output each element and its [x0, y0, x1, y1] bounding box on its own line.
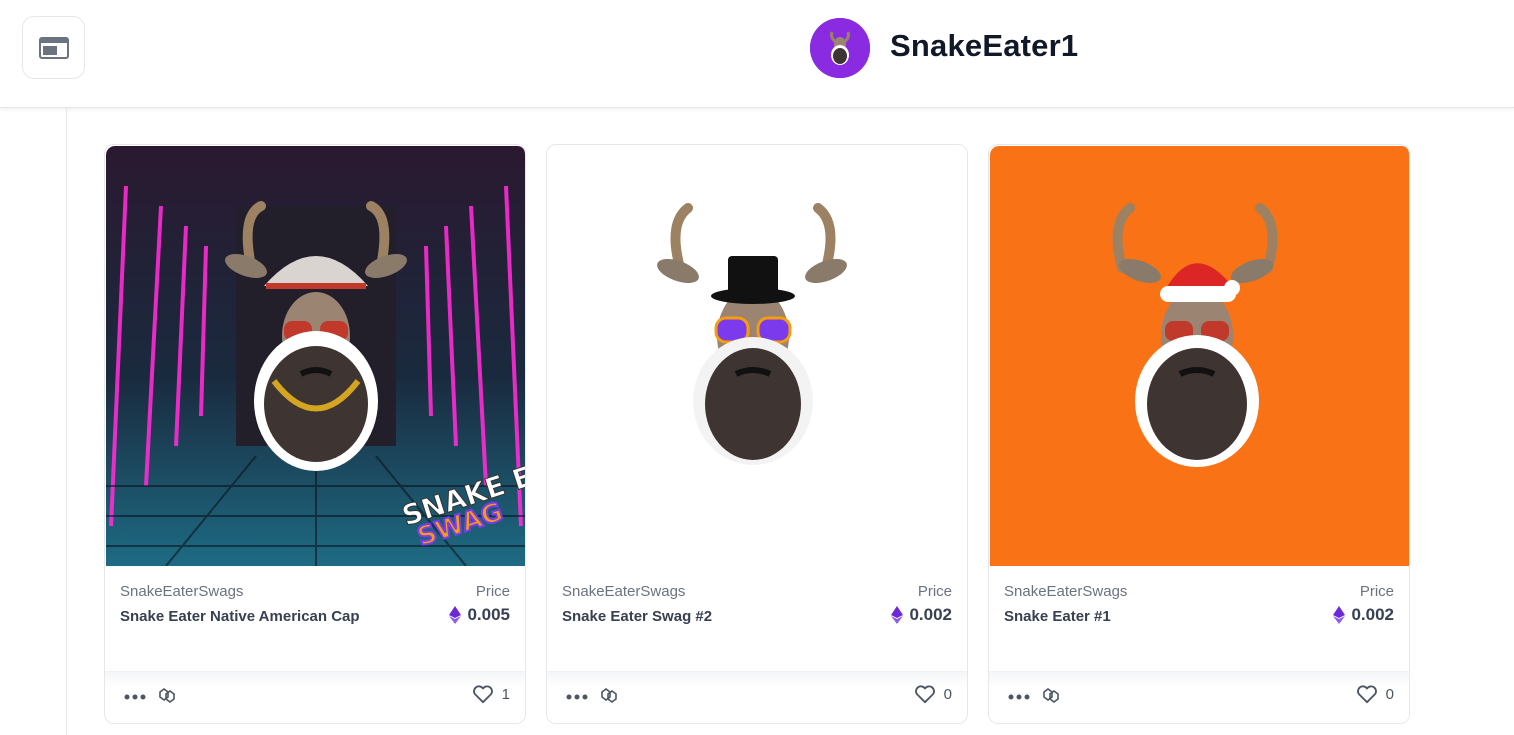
nft-image[interactable]: SNAKE EATER SWAG: [106, 146, 525, 566]
price-label: Price: [1359, 583, 1394, 600]
nft-info: SnakeEaterSwags Snake Eater Native Ameri…: [105, 567, 525, 671]
like-button[interactable]: 1: [472, 684, 510, 704]
price: 0.002: [891, 605, 952, 625]
layout-panel-icon: [38, 36, 69, 59]
sidebar-toggle-button[interactable]: [22, 16, 85, 79]
nft-title[interactable]: Snake Eater #1: [1004, 605, 1244, 628]
avatar[interactable]: [810, 18, 870, 78]
profile-username: SnakeEater1: [890, 28, 1079, 63]
nft-image[interactable]: [548, 146, 967, 566]
price-value: 0.002: [909, 605, 952, 624]
more-options-icon[interactable]: [123, 690, 147, 704]
card-footer: 1: [105, 671, 525, 723]
price-value: 0.002: [1351, 605, 1394, 624]
polygon-chain-icon[interactable]: [157, 685, 177, 705]
more-options-icon[interactable]: [565, 690, 589, 704]
nft-card[interactable]: SnakeEaterSwags Snake Eater #1 Price 0.0…: [988, 144, 1410, 724]
price-label: Price: [917, 583, 952, 600]
price: 0.002: [1333, 605, 1394, 625]
polygon-chain-icon[interactable]: [599, 685, 619, 705]
top-header: SnakeEater1: [0, 0, 1514, 108]
heart-icon: [914, 685, 935, 704]
nft-title[interactable]: Snake Eater Swag #2: [562, 605, 802, 628]
price-label: Price: [475, 583, 510, 600]
heart-icon: [472, 685, 493, 704]
sidebar-divider: [66, 108, 67, 735]
ethereum-icon: [1333, 606, 1346, 624]
more-options-icon[interactable]: [1007, 690, 1031, 704]
card-footer: 0: [989, 671, 1409, 723]
like-count: 0: [943, 685, 952, 703]
like-count: 0: [1385, 685, 1394, 703]
nft-title[interactable]: Snake Eater Native American Cap: [120, 605, 360, 628]
heart-icon: [1356, 685, 1377, 704]
price: 0.005: [449, 605, 510, 625]
nft-image[interactable]: [990, 146, 1409, 566]
collection-name[interactable]: SnakeEaterSwags: [562, 583, 685, 600]
nft-info: SnakeEaterSwags Snake Eater Swag #2 Pric…: [547, 567, 967, 671]
goat-avatar-image: [810, 18, 870, 78]
price-value: 0.005: [467, 605, 510, 624]
polygon-chain-icon[interactable]: [1041, 685, 1061, 705]
collection-name[interactable]: SnakeEaterSwags: [120, 583, 243, 600]
ethereum-icon: [449, 606, 462, 624]
like-count: 1: [501, 685, 510, 703]
like-button[interactable]: 0: [914, 684, 952, 704]
nft-card[interactable]: SNAKE EATER SWAG SnakeEaterSwags Snake E…: [104, 144, 526, 724]
card-footer: 0: [547, 671, 967, 723]
nft-info: SnakeEaterSwags Snake Eater #1 Price 0.0…: [989, 567, 1409, 671]
collection-name[interactable]: SnakeEaterSwags: [1004, 583, 1127, 600]
ethereum-icon: [891, 606, 904, 624]
nft-card[interactable]: SnakeEaterSwags Snake Eater Swag #2 Pric…: [546, 144, 968, 724]
like-button[interactable]: 0: [1356, 684, 1394, 704]
